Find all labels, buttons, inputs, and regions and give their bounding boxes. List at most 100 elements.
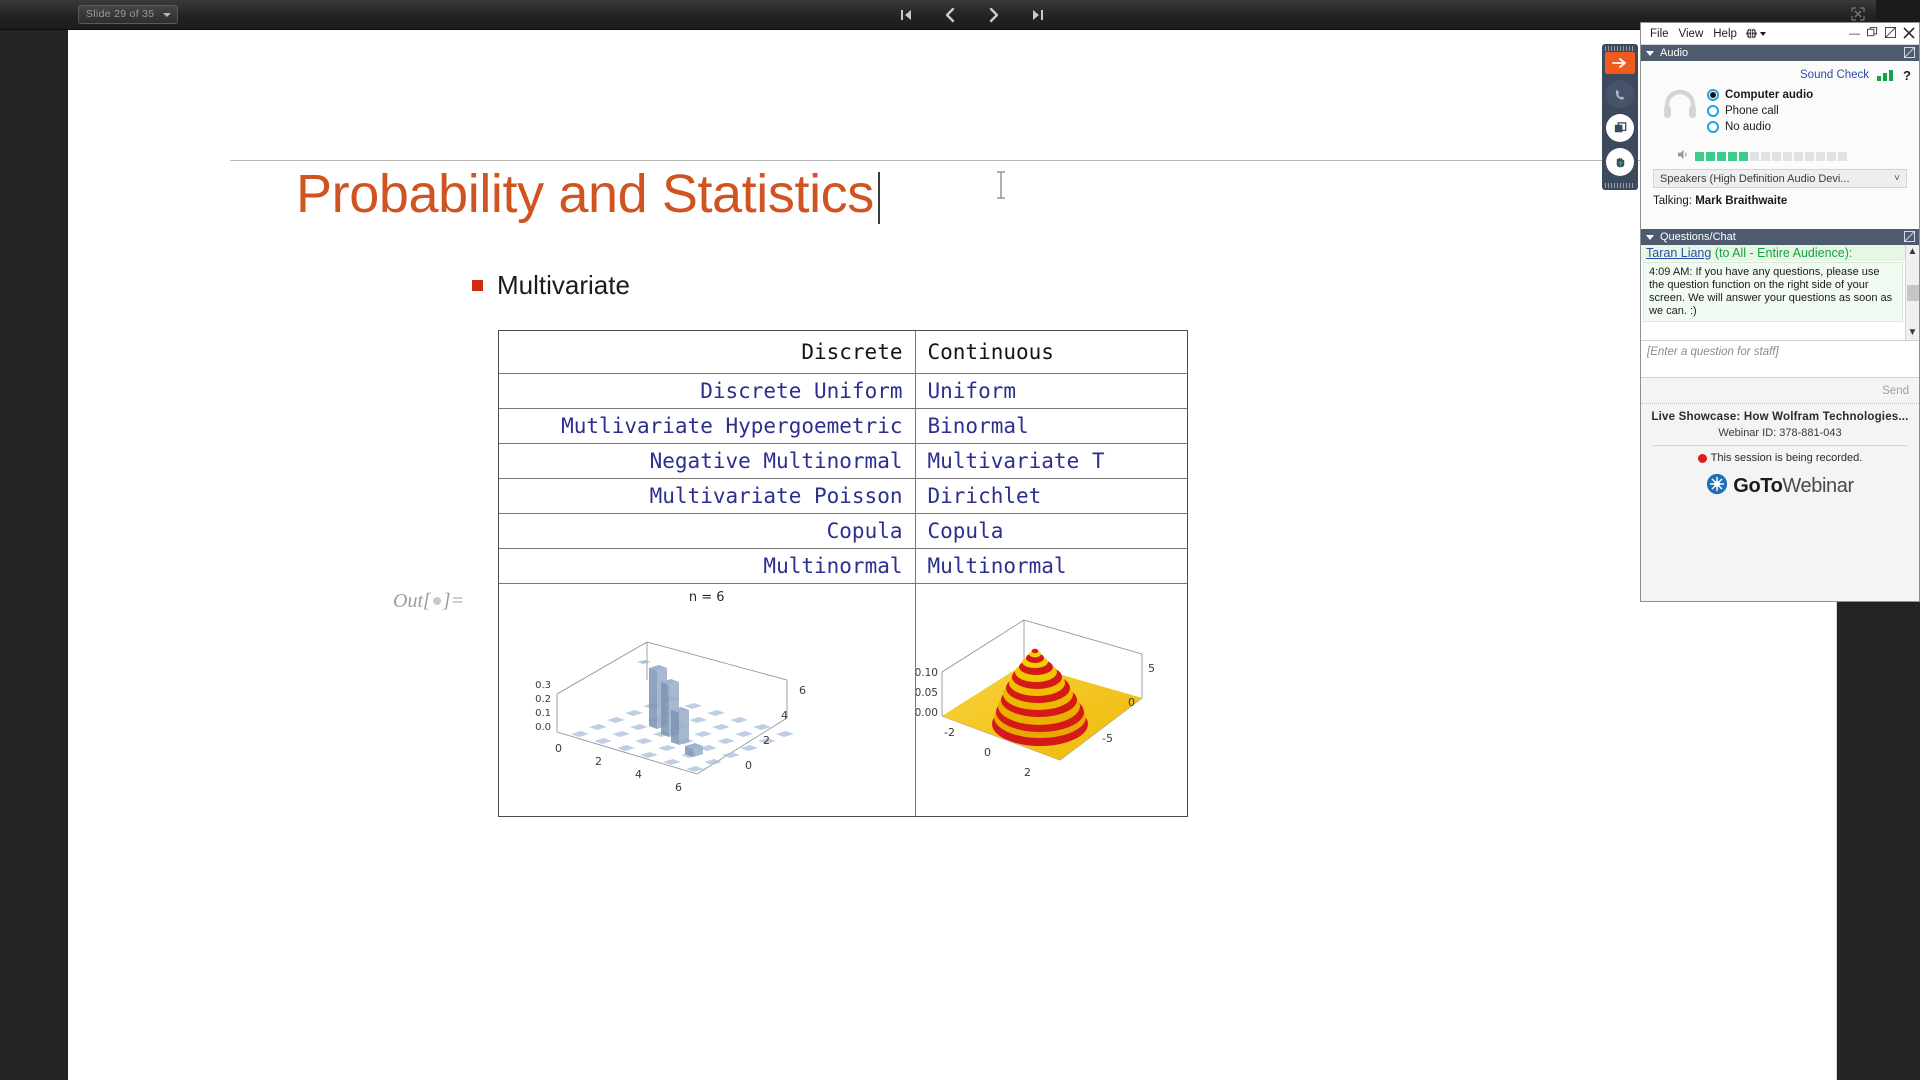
talking-row: Talking: Mark Braithwaite [1653, 195, 1907, 207]
svg-text:6: 6 [675, 781, 682, 794]
audio-device-select[interactable]: Speakers (High Definition Audio Devi... … [1653, 169, 1907, 188]
talking-label: Talking: [1653, 195, 1692, 207]
gotowebinar-logo: GoToWebinar [1645, 473, 1915, 500]
table-row: Multivariate Poisson Dirichlet [499, 478, 1187, 514]
divider [1653, 445, 1907, 446]
menu-view[interactable]: View [1674, 27, 1709, 41]
chevron-down-icon [1759, 31, 1766, 36]
svg-text:4: 4 [635, 768, 642, 781]
menu-file[interactable]: File [1645, 27, 1674, 41]
svg-text:0: 0 [745, 759, 752, 772]
svg-text:5: 5 [1148, 662, 1155, 675]
slide-canvas: Probability and Statistics Multivariate … [68, 30, 1850, 1080]
cell-discrete: Negative Multinormal [499, 443, 916, 479]
radio-phone-call[interactable]: Phone call [1707, 105, 1813, 117]
radio-no-audio[interactable]: No audio [1707, 121, 1813, 133]
audio-section-header[interactable]: Audio [1641, 45, 1919, 61]
chat-message-list[interactable]: Taran Liang (to All - Entire Audience): … [1641, 245, 1919, 340]
restore-button[interactable] [1867, 27, 1878, 41]
scroll-down-icon[interactable]: ▼ [1908, 328, 1918, 338]
distributions-table: Discrete Continuous Discrete Uniform Uni… [498, 330, 1188, 817]
raise-hand-button[interactable] [1606, 148, 1634, 176]
bullet-item-multivariate: Multivariate [472, 270, 630, 301]
cell-continuous: Multinormal [914, 548, 1187, 584]
chevron-down-icon [163, 13, 171, 17]
speaker-icon [1677, 149, 1690, 163]
scrollbar-thumb[interactable] [1906, 284, 1919, 301]
gtw-menubar: File View Help — [1641, 23, 1919, 45]
screen-share-button[interactable] [1606, 114, 1634, 142]
audio-section-title: Audio [1660, 47, 1689, 59]
first-slide-button[interactable] [895, 4, 917, 26]
chat-scrollbar[interactable]: ▲ ▼ [1905, 245, 1919, 340]
collapse-panel-button[interactable] [1605, 52, 1635, 74]
audio-undock-icon[interactable] [1904, 47, 1915, 61]
send-row: Send [1641, 378, 1919, 404]
svg-text:-2: -2 [944, 726, 955, 739]
recording-notice: This session is being recorded. [1645, 452, 1915, 464]
next-slide-button[interactable] [983, 4, 1005, 26]
sound-check-meter-icon [1877, 69, 1894, 81]
page-title: Probability and Statistics [296, 164, 874, 224]
text-caret [878, 172, 880, 224]
cell-discrete: Copula [499, 513, 916, 549]
chat-undock-icon[interactable] [1904, 231, 1915, 245]
slide-selector-label: Slide 29 of 35 [86, 8, 155, 20]
discrete-3d-bar-plot: n = 6 0.3 0.2 0.1 0.0 0 2 4 6 6 4 2 0 [499, 584, 915, 816]
chat-section-header[interactable]: Questions/Chat [1641, 229, 1919, 245]
globe-icon [1746, 27, 1757, 40]
svg-text:4: 4 [781, 709, 788, 722]
scroll-up-icon[interactable]: ▲ [1908, 247, 1918, 257]
gotowebinar-logo-text: GoToWebinar [1733, 475, 1854, 498]
minimize-button[interactable]: — [1849, 28, 1860, 40]
output-label: Out[]= [393, 590, 465, 612]
phone-button[interactable] [1606, 80, 1634, 108]
svg-text:0.0: 0.0 [535, 722, 551, 733]
sound-check-link[interactable]: Sound Check [1800, 69, 1869, 81]
svg-text:2: 2 [1024, 766, 1031, 779]
table-plot-row: n = 6 0.3 0.2 0.1 0.0 0 2 4 6 6 4 2 0 0.… [499, 583, 1187, 816]
logo-goto: GoTo [1733, 475, 1783, 497]
cell-continuous: Multivariate T [914, 443, 1187, 479]
strip-grip-bottom-icon [1605, 183, 1635, 188]
cell-continuous: Uniform [914, 373, 1187, 409]
cell-discrete: Multinormal [499, 548, 916, 584]
output-index-dot [432, 597, 441, 605]
svg-text:0.00: 0.00 [916, 707, 938, 719]
question-input[interactable]: [Enter a question for staff] [1641, 340, 1919, 378]
cell-discrete: Mutlivariate Hypergoemetric [499, 408, 916, 444]
last-slide-button[interactable] [1027, 4, 1049, 26]
svg-text:0.2: 0.2 [535, 694, 551, 705]
twisty-down-icon [1646, 50, 1654, 56]
table-header-row: Discrete Continuous [499, 331, 1187, 374]
radio-indicator [1707, 89, 1719, 101]
sound-check-row: Sound Check ? [1649, 67, 1911, 83]
chevron-down-icon: ˅ [1894, 173, 1900, 184]
webinar-id: Webinar ID: 378-881-043 [1718, 427, 1842, 439]
menu-help[interactable]: Help [1708, 27, 1742, 41]
close-button[interactable] [1903, 26, 1915, 42]
chat-message-text: 4:09 AM: If you have any questions, plea… [1643, 262, 1903, 322]
cell-continuous: Dirichlet [914, 478, 1187, 514]
cell-continuous: Copula [914, 513, 1187, 549]
chat-message-sender: Taran Liang (to All - Entire Audience): [1641, 245, 1919, 261]
slide-navigation-group [895, 0, 1049, 30]
column-header-continuous: Continuous [914, 331, 1187, 374]
headset-icon [1663, 89, 1697, 121]
table-row: Discrete Uniform Uniform [499, 373, 1187, 409]
bullet-square-icon [472, 280, 483, 291]
chat-sender-name[interactable]: Taran Liang [1646, 246, 1711, 260]
recording-dot-icon [1697, 453, 1707, 463]
table-row: Mutlivariate Hypergoemetric Binormal [499, 408, 1187, 444]
svg-text:6: 6 [799, 684, 806, 697]
radio-computer-audio[interactable]: Computer audio [1707, 89, 1813, 101]
svg-text:0.05: 0.05 [916, 687, 938, 699]
language-menu[interactable] [1745, 27, 1766, 40]
slide-selector-dropdown[interactable]: Slide 29 of 35 [78, 5, 178, 24]
twisty-down-icon [1646, 234, 1654, 240]
previous-slide-button[interactable] [939, 4, 961, 26]
send-button[interactable]: Send [1882, 385, 1909, 397]
audio-mode-radio-group: Computer audio Phone call No audio [1707, 89, 1813, 133]
help-icon[interactable]: ? [1903, 68, 1911, 83]
undock-button[interactable] [1885, 27, 1896, 41]
